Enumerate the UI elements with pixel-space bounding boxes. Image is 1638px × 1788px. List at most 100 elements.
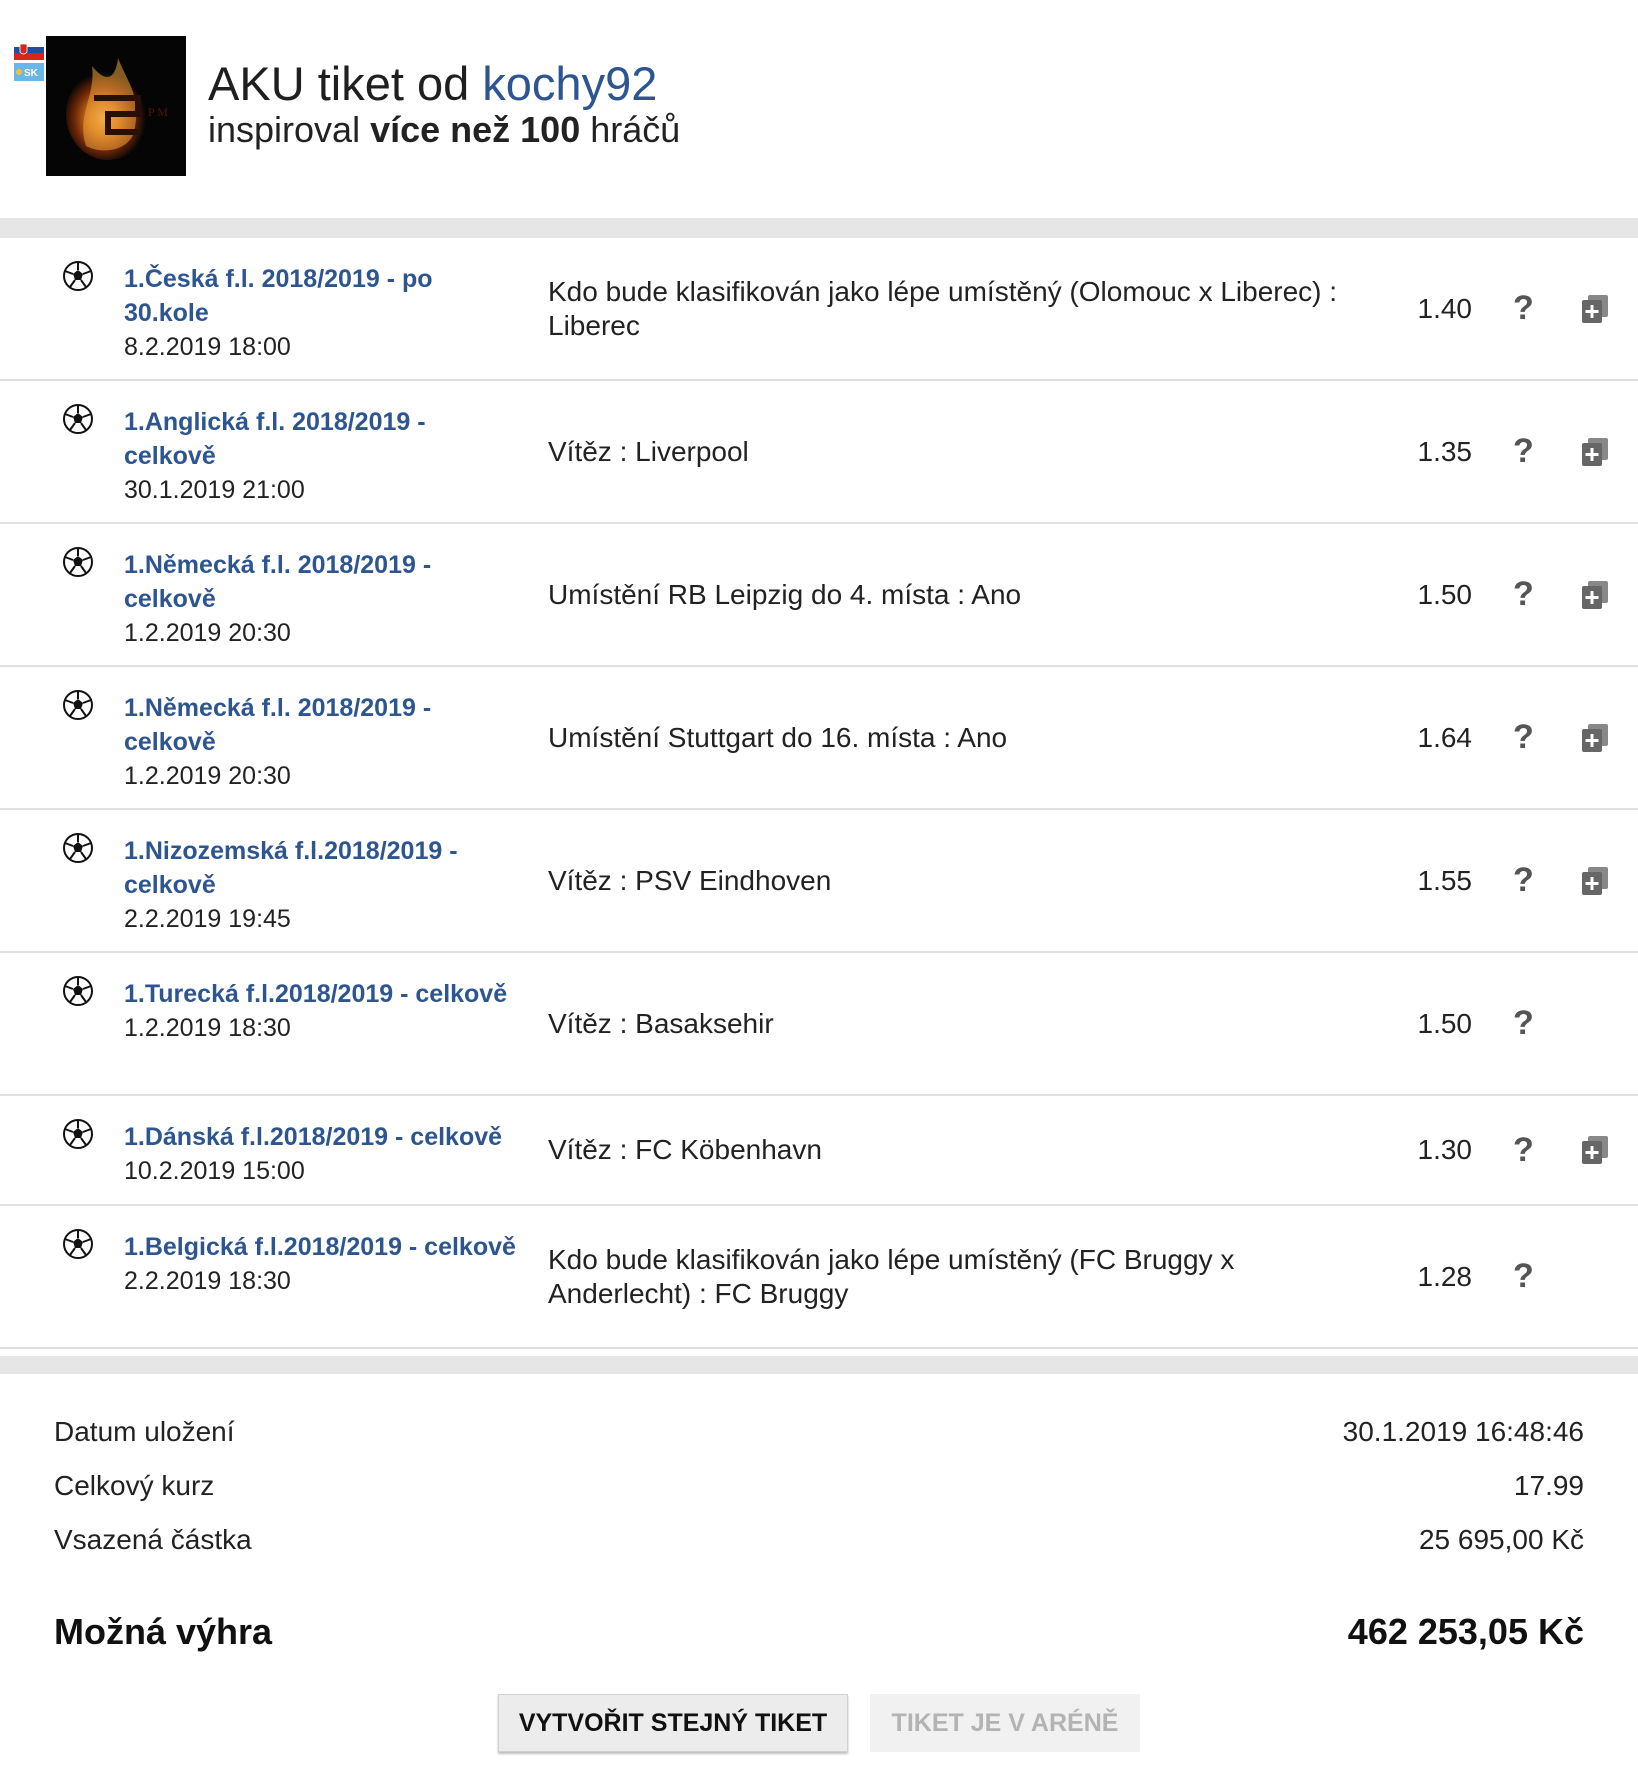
bet-odds: 1.50	[1417, 578, 1473, 610]
league-name[interactable]: 1.Nizozemská f.l.2018/2019 - celkově	[124, 837, 458, 899]
subtitle-prefix: inspiroval	[208, 109, 371, 150]
divider	[0, 1356, 1638, 1374]
league-name[interactable]: 1.Česká f.l. 2018/2019 - po 30.kole	[124, 265, 433, 327]
soccer-ball-icon	[63, 690, 93, 720]
bet-selection: Vítěz : PSV Eindhoven	[548, 864, 832, 896]
help-icon[interactable]: ?	[1513, 667, 1534, 808]
bet-row: 1.Anglická f.l. 2018/2019 - celkově 30.1.…	[0, 381, 1638, 524]
bet-row: 1.Německá f.l. 2018/2019 - celkově 1.2.20…	[0, 667, 1638, 810]
bet-selection: Vítěz : Liverpool	[548, 435, 749, 467]
league-name[interactable]: 1.Turecká f.l.2018/2019 - celkově	[124, 980, 507, 1008]
possible-win-label: Možná výhra	[54, 1611, 273, 1652]
add-bet-button[interactable]	[1582, 810, 1608, 951]
bet-selection: Kdo bude klasifikován jako lépe umístěný…	[548, 1243, 1235, 1309]
soccer-ball-icon	[63, 976, 93, 1006]
event-date: 1.2.2019 20:30	[124, 762, 291, 790]
add-bet-button[interactable]	[1582, 667, 1608, 808]
stake-value: 25 695,00 Kč	[1418, 1524, 1584, 1555]
bet-league-link[interactable]: 1.Anglická f.l. 2018/2019 - celkově 30.1.…	[124, 405, 524, 507]
bet-odds: 1.50	[1417, 1007, 1473, 1039]
help-icon[interactable]: ?	[1513, 238, 1534, 379]
help-icon[interactable]: ?	[1513, 1206, 1534, 1347]
soccer-ball-icon	[63, 404, 93, 434]
bet-row: 1.Německá f.l. 2018/2019 - celkově 1.2.20…	[0, 524, 1638, 667]
soccer-ball-icon	[63, 547, 93, 577]
soccer-ball-icon	[63, 833, 93, 863]
help-icon[interactable]: ?	[1513, 524, 1534, 665]
league-name[interactable]: 1.Belgická f.l.2018/2019 - celkově	[124, 1233, 516, 1261]
add-bet-button[interactable]	[1582, 381, 1608, 522]
bet-odds: 1.40	[1417, 292, 1473, 324]
bet-row: 1.Belgická f.l.2018/2019 - celkově 2.2.20…	[0, 1206, 1638, 1349]
bet-league-link[interactable]: 1.Německá f.l. 2018/2019 - celkově 1.2.20…	[124, 548, 524, 650]
event-date: 1.2.2019 18:30	[124, 1014, 291, 1042]
bet-selection: Umístění RB Leipzig do 4. místa : Ano	[548, 578, 1022, 610]
bet-selection: Umístění Stuttgart do 16. místa : Ano	[548, 721, 1008, 753]
soccer-ball-icon	[63, 1229, 93, 1259]
create-same-ticket-button[interactable]: VYTVOŘIT STEJNÝ TIKET	[498, 1694, 848, 1752]
bet-odds: 1.30	[1417, 1134, 1473, 1165]
add-to-ticket-icon	[1582, 723, 1608, 752]
add-bet-button[interactable]	[1582, 524, 1608, 665]
username-link[interactable]: kochy92	[482, 57, 657, 110]
ticket-title: AKU tiket od kochy92	[208, 56, 657, 112]
bet-league-link[interactable]: 1.Turecká f.l.2018/2019 - celkově 1.2.201…	[124, 977, 524, 1045]
league-name[interactable]: 1.Německá f.l. 2018/2019 - celkově	[124, 551, 431, 613]
add-bet-button[interactable]	[1582, 1096, 1608, 1204]
bet-odds: 1.64	[1417, 721, 1473, 753]
bet-selection: Vítěz : Basaksehir	[548, 1007, 774, 1039]
bet-selection: Vítěz : FC Köbenhavn	[548, 1134, 822, 1165]
soccer-ball-icon	[63, 1119, 93, 1149]
bet-selection: Kdo bude klasifikován jako lépe umístěný…	[548, 275, 1338, 341]
total-odds-label: Celkový kurz	[54, 1470, 215, 1501]
bet-league-link[interactable]: 1.Česká f.l. 2018/2019 - po 30.kole 8.2.2…	[124, 262, 524, 364]
slovakia-flag-icon	[14, 40, 44, 60]
title-prefix: AKU tiket od	[208, 57, 483, 110]
ticket-header: SK P M AKU tiket od kochy92 inspiroval v…	[0, 0, 1638, 218]
total-odds-value: 17.99	[1513, 1470, 1584, 1501]
league-name[interactable]: 1.Dánská f.l.2018/2019 - celkově	[124, 1123, 502, 1151]
event-date: 30.1.2019 21:00	[124, 476, 305, 504]
country-flags: SK	[14, 40, 46, 81]
event-date: 2.2.2019 18:30	[124, 1267, 291, 1295]
bet-league-link[interactable]: 1.Německá f.l. 2018/2019 - celkově 1.2.20…	[124, 691, 524, 793]
bet-row: 1.Dánská f.l.2018/2019 - celkově 10.2.201…	[0, 1096, 1638, 1206]
saved-date-value: 30.1.2019 16:48:46	[1342, 1416, 1584, 1447]
soccer-ball-icon	[63, 261, 93, 291]
league-name[interactable]: 1.Německá f.l. 2018/2019 - celkově	[124, 694, 431, 756]
event-date: 10.2.2019 15:00	[124, 1157, 305, 1185]
event-date: 8.2.2019 18:00	[124, 333, 291, 361]
avatar-fire-logo-icon: P M	[46, 36, 186, 176]
bet-odds: 1.28	[1417, 1260, 1473, 1292]
svg-text:P M: P M	[148, 105, 168, 119]
help-icon[interactable]: ?	[1513, 1096, 1534, 1204]
subtitle-count: více než 100	[370, 109, 581, 150]
summary-possible-win: Možná výhra 462 253,05 Kč	[54, 1610, 1584, 1654]
bet-list: 1.Česká f.l. 2018/2019 - po 30.kole 8.2.2…	[0, 238, 1638, 1349]
help-icon[interactable]: ?	[1513, 381, 1534, 522]
bet-league-link[interactable]: 1.Belgická f.l.2018/2019 - celkově 2.2.20…	[124, 1230, 524, 1298]
user-avatar[interactable]: P M	[46, 36, 186, 176]
summary-saved-date: Datum uložení 30.1.2019 16:48:46	[54, 1414, 1584, 1450]
sk-region-flag-icon: SK	[14, 63, 44, 81]
add-to-ticket-icon	[1582, 437, 1608, 466]
add-to-ticket-icon	[1582, 294, 1608, 323]
inspired-count: inspiroval více než 100 hráčů	[208, 108, 680, 152]
league-name[interactable]: 1.Anglická f.l. 2018/2019 - celkově	[124, 408, 426, 470]
summary-total-odds: Celkový kurz 17.99	[54, 1468, 1584, 1504]
saved-date-label: Datum uložení	[54, 1416, 235, 1447]
bet-row: 1.Česká f.l. 2018/2019 - po 30.kole 8.2.2…	[0, 238, 1638, 381]
bet-odds: 1.35	[1417, 435, 1473, 467]
add-to-ticket-icon	[1582, 866, 1608, 895]
summary-stake: Vsazená částka 25 695,00 Kč	[54, 1522, 1584, 1558]
bet-league-link[interactable]: 1.Dánská f.l.2018/2019 - celkově 10.2.201…	[124, 1120, 544, 1188]
help-icon[interactable]: ?	[1513, 810, 1534, 951]
bet-league-link[interactable]: 1.Nizozemská f.l.2018/2019 - celkově 2.2.…	[124, 834, 524, 936]
add-to-ticket-icon	[1582, 580, 1608, 609]
subtitle-suffix: hráčů	[580, 109, 681, 150]
ticket-in-arena-button: TIKET JE V ARÉNĚ	[870, 1694, 1140, 1752]
help-icon[interactable]: ?	[1513, 953, 1534, 1094]
add-to-ticket-icon	[1582, 1136, 1608, 1164]
event-date: 1.2.2019 20:30	[124, 619, 291, 647]
add-bet-button[interactable]	[1582, 238, 1608, 379]
